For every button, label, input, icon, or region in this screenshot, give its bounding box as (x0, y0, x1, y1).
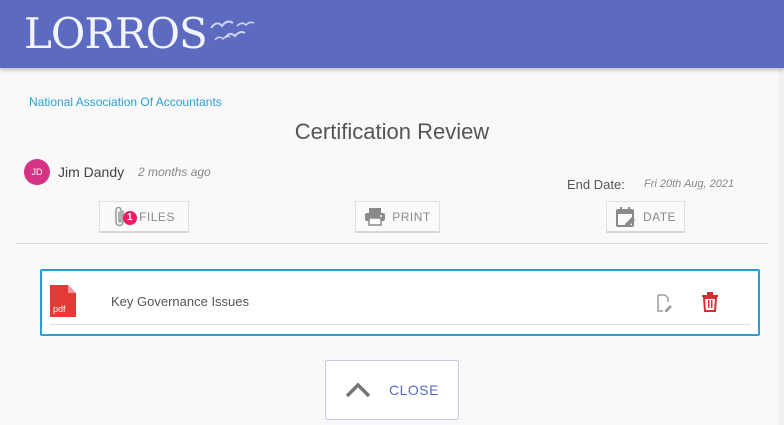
calendar-edit-icon (615, 206, 635, 227)
posted-time: 2 months ago (138, 165, 211, 179)
chevron-up-icon (345, 382, 371, 398)
end-date-value: Fri 20th Aug, 2021 (644, 178, 735, 190)
date-button[interactable]: DATE (606, 201, 685, 233)
brand-logo[interactable]: LORROS (24, 6, 255, 62)
pdf-file-icon: pdf (50, 285, 76, 317)
close-button[interactable]: CLOSE (325, 360, 459, 420)
end-date-label: End Date: (567, 177, 625, 192)
avatar: JD (24, 159, 50, 185)
file-name[interactable]: Key Governance Issues (111, 294, 249, 309)
date-label: DATE (642, 209, 677, 224)
file-item-underline (50, 324, 750, 325)
page: LORROS National Association Of Accountan… (0, 0, 784, 425)
page-title: Certification Review (294, 119, 490, 144)
logo-text: LORROS (24, 9, 208, 58)
section-divider (16, 243, 768, 244)
print-label: PRINT (392, 209, 431, 224)
file-list-item[interactable]: pdf Key Governance Issues (40, 269, 760, 336)
organization-link[interactable]: National Association Of Accountants (29, 95, 222, 109)
edit-file-icon[interactable] (656, 294, 672, 312)
app-header: LORROS (0, 0, 784, 68)
author-name: Jim Dandy (58, 164, 125, 180)
files-label: FILES (139, 209, 175, 224)
files-icon-group: 1 (113, 206, 138, 228)
birds-logo-icon (209, 20, 255, 41)
pdf-type-label: pdf (53, 304, 66, 314)
files-count-badge: 1 (123, 210, 138, 225)
printer-icon (365, 207, 386, 226)
close-label: CLOSE (389, 382, 439, 398)
trash-icon[interactable] (701, 292, 719, 312)
print-button[interactable]: PRINT (355, 201, 440, 233)
files-button[interactable]: 1 FILES (99, 201, 189, 233)
